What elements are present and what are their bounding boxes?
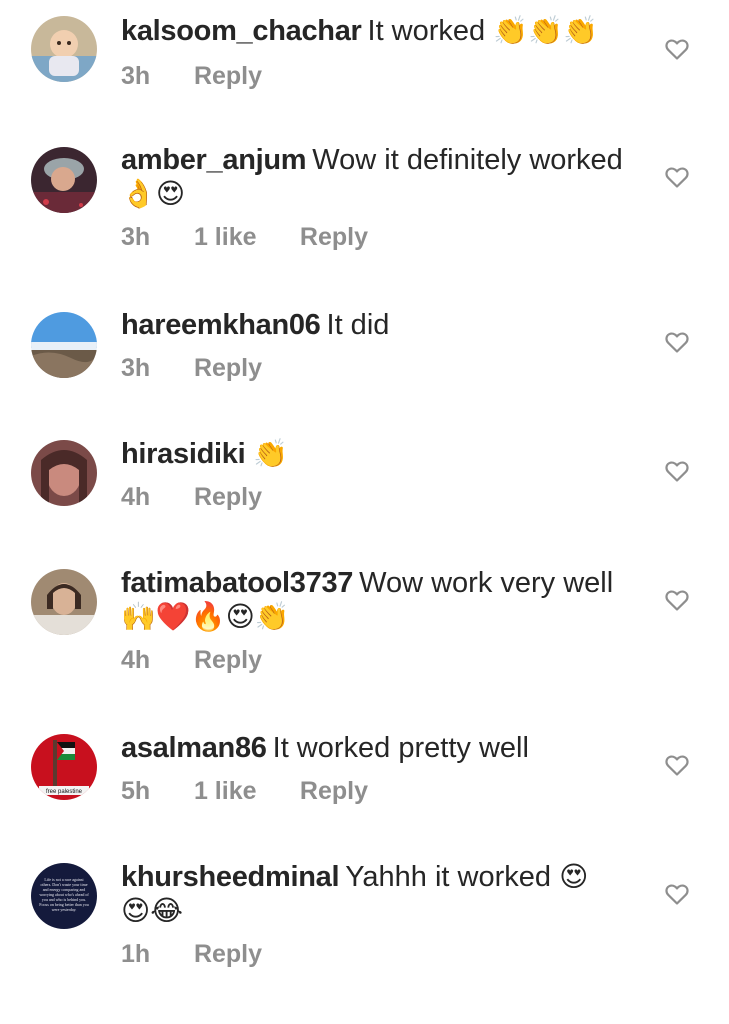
comment-username[interactable]: amber_anjum	[121, 144, 307, 176]
avatar[interactable]: free palestine	[31, 734, 97, 800]
comment-text: It did	[326, 309, 390, 341]
comment-text: Yahhh it worked	[345, 861, 552, 893]
like-heart-icon[interactable]	[665, 754, 689, 776]
comment-username[interactable]: fatimabatool3737	[121, 567, 353, 599]
avatar-image: free palestine	[31, 734, 97, 800]
comment-username[interactable]: kalsoom_chachar	[121, 15, 362, 47]
reply-button[interactable]: Reply	[194, 483, 262, 512]
like-heart-icon[interactable]	[665, 589, 689, 611]
avatar-image	[31, 312, 97, 378]
avatar-image	[31, 16, 97, 82]
comment-likes-count[interactable]: 1 like	[194, 223, 293, 252]
comment-emoji: 🙌❤️🔥😍👏	[121, 600, 290, 633]
comment-timestamp: 4h	[121, 646, 151, 674]
comment-username[interactable]: khursheedminal	[121, 861, 340, 893]
avatar-image	[31, 440, 97, 506]
comment-username[interactable]: asalman86	[121, 732, 267, 764]
comment-text: Wow it definitely worked	[312, 144, 623, 176]
comment-emoji: 👌😍	[121, 177, 186, 210]
avatar[interactable]	[31, 312, 97, 378]
like-heart-icon[interactable]	[665, 331, 689, 353]
avatar-caption: Life is not a race against others. Don't…	[39, 877, 89, 912]
avatar-caption: free palestine	[46, 789, 83, 795]
comment-username[interactable]: hirasidiki	[121, 438, 246, 470]
comment-timestamp: 3h	[121, 223, 151, 251]
comment-emoji: 👏	[253, 437, 289, 470]
avatar[interactable]: Life is not a race against others. Don't…	[31, 863, 97, 929]
comment-timestamp: 5h	[121, 777, 151, 805]
comment-emoji: 😍	[559, 860, 589, 893]
reply-button[interactable]: Reply	[300, 777, 368, 806]
comment-likes-count[interactable]: 1 like	[194, 777, 293, 806]
avatar[interactable]	[31, 147, 97, 213]
comment-emoji: 👏👏👏	[493, 14, 598, 47]
avatar[interactable]	[31, 569, 97, 635]
like-heart-icon[interactable]	[665, 166, 689, 188]
comment-timestamp: 1h	[121, 940, 151, 968]
like-heart-icon[interactable]	[665, 883, 689, 905]
reply-button[interactable]: Reply	[194, 62, 262, 91]
like-heart-icon[interactable]	[665, 460, 689, 482]
avatar[interactable]	[31, 440, 97, 506]
like-heart-icon[interactable]	[665, 38, 689, 60]
comment-timestamp: 3h	[121, 62, 151, 90]
comment-emoji: 😍😂	[121, 894, 183, 927]
comment-text: Wow work very well	[359, 567, 614, 599]
avatar[interactable]	[31, 16, 97, 82]
comment-username[interactable]: hareemkhan06	[121, 309, 321, 341]
reply-button[interactable]: Reply	[194, 354, 262, 383]
reply-button[interactable]: Reply	[300, 223, 368, 252]
comment-timestamp: 4h	[121, 483, 151, 511]
comment-timestamp: 3h	[121, 354, 151, 382]
reply-button[interactable]: Reply	[194, 940, 262, 969]
avatar-image	[31, 147, 97, 213]
comment-text: It worked pretty well	[272, 732, 529, 764]
comment-text: It worked	[367, 15, 486, 47]
reply-button[interactable]: Reply	[194, 646, 262, 675]
avatar-image: Life is not a race against others. Don't…	[31, 863, 97, 929]
avatar-image	[31, 569, 97, 635]
